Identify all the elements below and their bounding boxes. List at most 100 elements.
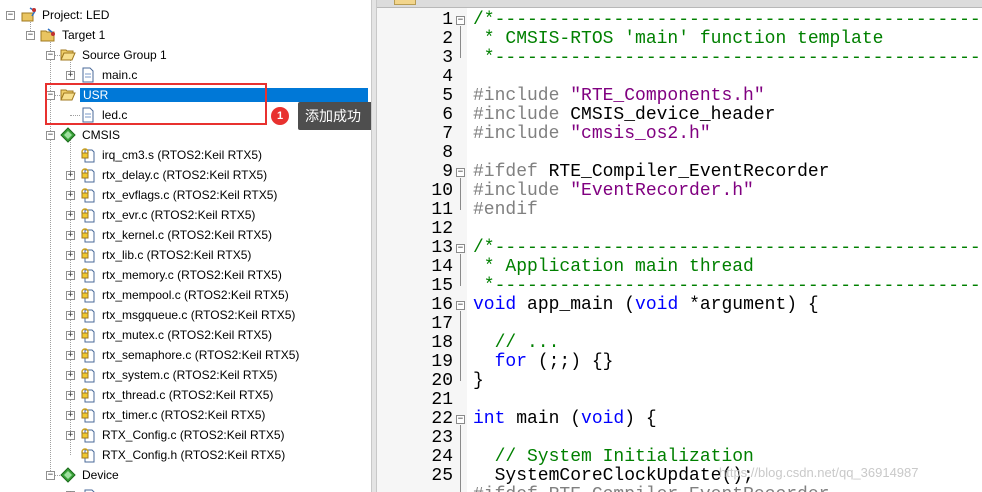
code-line[interactable]: /*--------------------------------------… [473,239,982,258]
code-line[interactable]: #include "RTE_Components.h" [473,87,765,106]
tree-item-source-group[interactable]: − Source Group 1 [0,45,371,65]
tree-item-cmsis-file[interactable]: + rtx_mempool.c (RTOS2:Keil RTX5) [0,285,371,305]
project-tree-pane: − Project: LED − Target 1 − Source Group… [0,0,371,492]
tree-item-cmsis-file[interactable]: + rtx_thread.c (RTOS2:Keil RTX5) [0,385,371,405]
line-number: 20 [431,371,453,391]
expand-toggle[interactable]: + [66,411,75,420]
fold-toggle[interactable]: − [456,415,465,424]
code-token: #endif [473,200,538,220]
expand-toggle[interactable]: + [66,291,75,300]
fold-toggle[interactable]: − [456,16,465,25]
tree-item-cmsis-file[interactable]: irq_cm3.s (RTOS2:Keil RTX5) [0,145,371,165]
code-token: RTE_Compiler_EventRecorder [548,162,830,182]
expand-toggle[interactable]: + [66,231,75,240]
tree-item-cmsis-file[interactable]: + rtx_msgqueue.c (RTOS2:Keil RTX5) [0,305,371,325]
code-token: #ifdef [473,162,549,182]
code-line[interactable]: void app_main (void *argument) { [473,296,819,315]
code-line[interactable]: #include CMSIS_device_header [473,106,775,125]
locked-file-icon [81,428,95,443]
tree-item-target[interactable]: − Target 1 [0,25,371,45]
line-number: 7 [442,124,453,144]
expand-toggle[interactable]: + [66,271,75,280]
component-diamond-icon [60,127,76,143]
line-number: 21 [431,390,453,410]
fold-toggle[interactable]: − [456,301,465,310]
code-line[interactable]: * CMSIS-RTOS 'main' function template [473,30,884,49]
locked-file-icon [81,308,95,323]
line-number: 6 [442,105,453,125]
code-line[interactable]: for (;;) {} [473,352,614,372]
locked-file-icon [81,288,95,303]
tree-item-cmsis-file[interactable]: + rtx_evflags.c (RTOS2:Keil RTX5) [0,185,371,205]
code-line[interactable]: // ... [473,334,560,353]
tree-item-main-c[interactable]: + main.c [0,65,371,85]
code-line[interactable]: #ifdef RTE_Compiler_EventRecorder [473,163,829,182]
code-token: #include [473,181,571,201]
expand-toggle[interactable]: + [66,251,75,260]
line-number: 15 [431,276,453,296]
code-token: #include [473,105,571,125]
tree-item-cmsis-file[interactable]: + rtx_mutex.c (RTOS2:Keil RTX5) [0,325,371,345]
expand-toggle[interactable]: + [66,211,75,220]
code-line[interactable]: #include "EventRecorder.h" [473,182,754,201]
tree-item-cmsis-file[interactable]: + rtx_memory.c (RTOS2:Keil RTX5) [0,265,371,285]
collapse-toggle[interactable]: − [26,31,35,40]
line-number: 18 [431,333,453,353]
target-folder-icon [40,28,55,42]
collapse-toggle[interactable]: − [46,131,55,140]
code-line[interactable]: #include "cmsis_os2.h" [473,125,711,144]
code-token: SystemCoreClockUpdate(); [473,466,754,486]
code-token: /*--------------------------------------… [473,238,982,258]
code-token: "cmsis_os2.h" [570,124,711,144]
component-diamond-icon [60,467,76,483]
expand-toggle[interactable]: + [66,351,75,360]
fold-toggle[interactable]: − [456,244,465,253]
expand-toggle[interactable]: + [66,71,75,80]
code-token: /*--------------------------------------… [473,10,982,30]
code-line[interactable]: *---------------------------------------… [473,49,982,68]
code-line[interactable]: * Application main thread [473,258,754,277]
code-line[interactable]: /*--------------------------------------… [473,11,982,30]
tree-item-cmsis-file[interactable]: + rtx_delay.c (RTOS2:Keil RTX5) [0,165,371,185]
code-editor[interactable]: 1 2 3 4 5 6 7 8 9 10 11 12 13 14 15 16 17 18 19 20 21 22 23 24 2… [377,8,982,492]
tree-item-device[interactable]: − Device [0,465,371,485]
code-line[interactable]: // System Initialization [473,448,754,467]
tree-item-cmsis-file[interactable]: + rtx_lib.c (RTOS2:Keil RTX5) [0,245,371,265]
locked-file-icon [81,408,95,423]
code-token: #include [473,124,571,144]
collapse-toggle[interactable]: − [46,51,55,60]
expand-toggle[interactable]: + [66,171,75,180]
collapse-toggle[interactable]: − [46,471,55,480]
code-token: int [473,409,506,429]
line-number: 22 [431,409,453,429]
file-icon [82,67,94,83]
line-number: 19 [431,352,453,372]
code-line[interactable]: #ifdef RTE_Compiler_EventRecorder [473,486,829,492]
tree-item-project[interactable]: − Project: LED [0,5,371,25]
expand-toggle[interactable]: + [66,391,75,400]
fold-toggle[interactable]: − [456,168,465,177]
tree-item-cmsis-file[interactable]: + rtx_kernel.c (RTOS2:Keil RTX5) [0,225,371,245]
expand-toggle[interactable]: + [66,311,75,320]
editor-tab[interactable] [394,0,416,5]
collapse-toggle[interactable]: − [6,11,15,20]
expand-toggle[interactable]: + [66,371,75,380]
code-line[interactable]: #endif [473,201,538,220]
code-line[interactable]: SystemCoreClockUpdate(); [473,467,754,486]
code-line[interactable]: } [473,372,484,391]
code-line[interactable]: int main (void) { [473,410,657,429]
tree-item-cmsis-file[interactable]: RTX_Config.h (RTOS2:Keil RTX5) [0,445,371,465]
expand-toggle[interactable]: + [66,431,75,440]
expand-toggle[interactable]: + [66,191,75,200]
expand-toggle[interactable]: + [66,331,75,340]
tree-item-cmsis-file[interactable]: + RTX_Config.c (RTOS2:Keil RTX5) [0,425,371,445]
code-token: void [581,409,625,429]
tree-item-partial: + [0,485,371,492]
tree-item-cmsis-file[interactable]: + rtx_system.c (RTOS2:Keil RTX5) [0,365,371,385]
tree-item-cmsis-file[interactable]: + rtx_evr.c (RTOS2:Keil RTX5) [0,205,371,225]
tree-item-cmsis-file[interactable]: + rtx_semaphore.c (RTOS2:Keil RTX5) [0,345,371,365]
tree-item-cmsis-file[interactable]: + rtx_timer.c (RTOS2:Keil RTX5) [0,405,371,425]
code-line[interactable]: *---------------------------------------… [473,277,982,296]
locked-file-icon [81,328,95,343]
